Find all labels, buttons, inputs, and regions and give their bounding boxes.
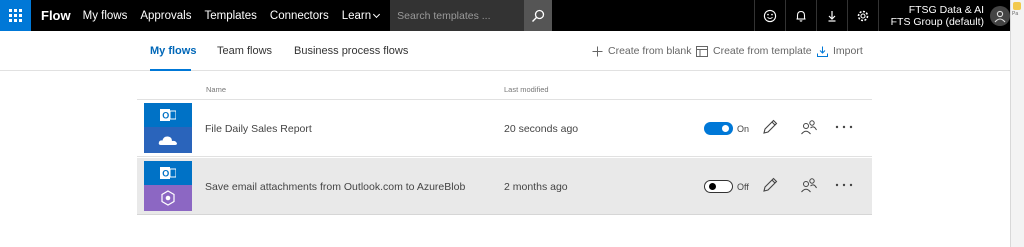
outlook-icon: O	[144, 103, 192, 127]
flow-name[interactable]: Save email attachments from Outlook.com …	[205, 181, 465, 193]
nav-learn-label: Learn	[341, 9, 372, 22]
tabs-bar: My flows Team flows Business process flo…	[0, 31, 1010, 71]
edit-flow-button[interactable]	[760, 117, 780, 137]
search-icon	[532, 9, 545, 22]
nav-my-flows[interactable]: My flows	[83, 10, 128, 22]
outlook-icon: O	[144, 161, 192, 185]
more-options-button[interactable]	[834, 175, 854, 195]
download-icon	[828, 10, 836, 22]
table-row[interactable]: O Save email attachments from Outlook.co…	[137, 158, 872, 215]
more-options-button[interactable]	[834, 117, 854, 137]
search-box	[390, 0, 525, 31]
flow-connector-tile: O	[144, 161, 192, 211]
column-header-name[interactable]: Name	[206, 85, 226, 94]
top-bar: Flow My flows Approvals Templates Connec…	[0, 0, 1010, 31]
share-users-icon	[801, 120, 817, 135]
share-flow-button[interactable]	[799, 117, 819, 137]
waffle-icon	[9, 9, 22, 22]
user-icon	[994, 10, 1006, 22]
create-from-blank-label: Create from blank	[608, 45, 692, 57]
flow-last-modified: 20 seconds ago	[504, 123, 579, 135]
import-icon	[817, 46, 828, 57]
nav-learn[interactable]: Learn	[341, 9, 381, 22]
pencil-icon	[763, 119, 778, 134]
svg-text:O: O	[162, 169, 169, 179]
edit-flow-button[interactable]	[760, 175, 780, 195]
settings-button[interactable]	[846, 0, 878, 31]
share-flow-button[interactable]	[799, 175, 819, 195]
flow-name[interactable]: File Daily Sales Report	[205, 123, 312, 135]
plus-icon	[592, 46, 603, 56]
create-from-template-button[interactable]: Create from template	[696, 45, 812, 57]
nav-approvals[interactable]: Approvals	[140, 10, 191, 22]
active-tab-indicator	[150, 69, 191, 71]
flow-status-toggle[interactable]: Off	[704, 180, 749, 193]
import-button[interactable]: Import	[817, 45, 863, 57]
gear-icon	[857, 10, 868, 21]
account-text: FTSG Data & AI FTS Group (default)	[891, 4, 984, 28]
feedback-button[interactable]	[753, 0, 785, 31]
ellipsis-icon	[835, 183, 853, 187]
account-name: FTSG Data & AI	[908, 3, 984, 16]
ellipsis-icon	[835, 125, 853, 129]
account-tenant: FTS Group (default)	[890, 15, 984, 28]
smiley-icon	[763, 9, 776, 22]
app-launcher-button[interactable]	[0, 0, 31, 31]
brand-title[interactable]: Flow	[41, 8, 71, 23]
toggle-switch-off[interactable]	[704, 180, 733, 193]
table-row[interactable]: O File Daily Sales Report 20 seconds ago…	[137, 100, 872, 157]
import-label: Import	[833, 45, 863, 57]
tab-business-process-flows[interactable]: Business process flows	[294, 45, 408, 57]
side-panel-text: Pa	[1012, 11, 1019, 17]
flow-last-modified: 2 months ago	[504, 181, 568, 193]
side-panel-edge: Pa	[1010, 0, 1024, 247]
share-users-icon	[801, 178, 817, 193]
nav-templates[interactable]: Templates	[204, 10, 256, 22]
notification-badge-icon	[1013, 2, 1021, 10]
notifications-button[interactable]	[784, 0, 816, 31]
azure-blob-icon	[144, 185, 192, 211]
template-icon	[696, 45, 708, 57]
create-from-template-label: Create from template	[713, 45, 812, 57]
column-header-last-modified[interactable]: Last modified	[504, 85, 549, 94]
account-menu[interactable]: FTSG Data & AI FTS Group (default)	[877, 0, 1010, 31]
flow-status-toggle[interactable]: On	[704, 122, 749, 135]
tab-my-flows[interactable]: My flows	[150, 45, 196, 57]
nav-connectors[interactable]: Connectors	[270, 10, 329, 22]
toggle-switch-on[interactable]	[704, 122, 733, 135]
onedrive-icon	[144, 127, 192, 153]
flow-connector-tile: O	[144, 103, 192, 153]
toggle-state-label: On	[737, 123, 750, 134]
svg-text:O: O	[162, 111, 169, 121]
avatar[interactable]	[990, 5, 1010, 26]
chevron-down-icon	[373, 10, 381, 18]
downloads-button[interactable]	[815, 0, 847, 31]
create-from-blank-button[interactable]: Create from blank	[592, 45, 691, 57]
search-input[interactable]	[397, 9, 525, 22]
pencil-icon	[763, 177, 778, 192]
search-button[interactable]	[524, 0, 553, 31]
bell-icon	[796, 10, 806, 22]
toggle-state-label: Off	[737, 181, 749, 192]
tab-team-flows[interactable]: Team flows	[217, 45, 272, 57]
